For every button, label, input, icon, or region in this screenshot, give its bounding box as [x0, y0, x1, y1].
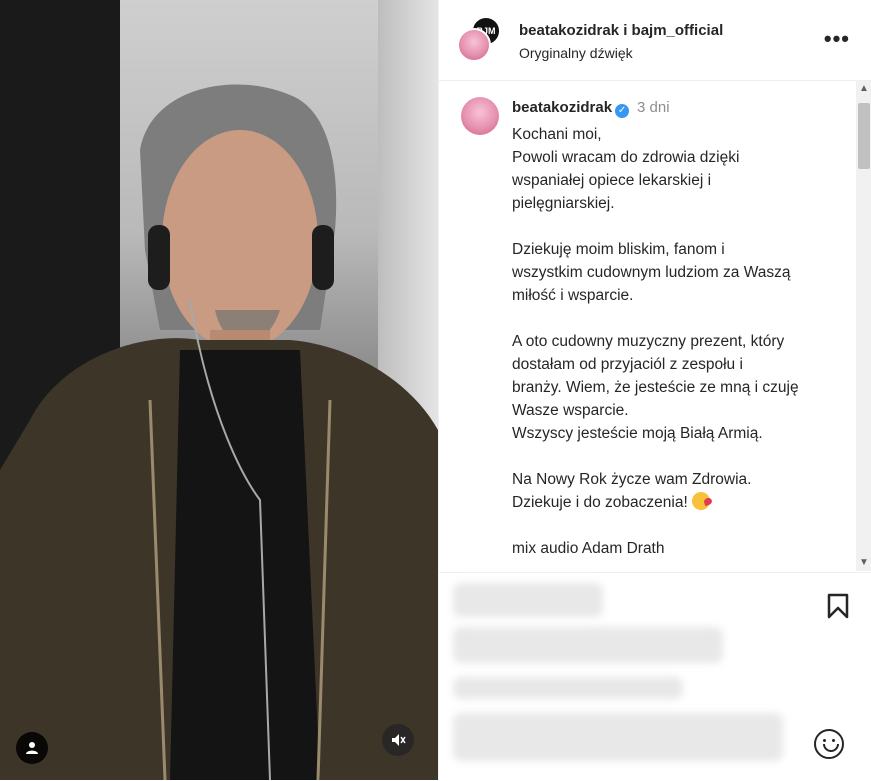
blurred-likes-row: [453, 627, 723, 663]
caption-author-avatar[interactable]: [461, 97, 499, 135]
caption-paragraph: mix audio Adam Drath: [512, 537, 842, 560]
mute-toggle-button[interactable]: [382, 724, 414, 756]
caption-line: dostałam od przyjaciól z zespołu i: [512, 356, 743, 373]
kiss-emoji-icon: [692, 492, 711, 510]
blurred-action-icons: [453, 583, 603, 617]
caption-line: Na Nowy Rok życze wam Zdrowia.: [512, 471, 752, 488]
audio-label[interactable]: Oryginalny dźwięk: [519, 45, 633, 61]
caption-line: Wasze wsparcie.: [512, 402, 629, 419]
caption-line: A oto cudowny muzyczny prezent, który: [512, 333, 785, 350]
caption-line: branży. Wiem, że jesteście ze mną i czuj…: [512, 379, 799, 396]
caption-line: wspaniałej opiece lekarskiej i: [512, 172, 712, 189]
caption-line: Dziekuję moim bliskim, fanom i: [512, 241, 725, 258]
caption-line: wszystkim cudownym ludziom za Waszą: [512, 264, 791, 281]
scrollbar-thumb[interactable]: [858, 103, 870, 169]
post-sidebar: BJM beatakozidrak i bajm_official Orygin…: [438, 0, 871, 780]
collab-avatars[interactable]: BJM: [457, 14, 507, 64]
caption-line: Powoli wracam do zdrowia dzięki: [512, 149, 740, 166]
post-time[interactable]: 3 dni: [637, 99, 670, 116]
verified-badge-icon: ✓: [615, 104, 630, 118]
speaker-muted-icon: [392, 734, 406, 746]
scroll-down-arrow-icon[interactable]: ▼: [856, 555, 871, 571]
caption-area: beatakozidrak ✓ 3 dni Kochani moi, Powoli …: [439, 81, 871, 571]
video-player[interactable]: [0, 0, 438, 780]
blurred-date-row: [453, 677, 683, 699]
scroll-up-arrow-icon[interactable]: ▲: [856, 81, 871, 97]
post-actions-area: [439, 572, 871, 781]
post-authors[interactable]: beatakozidrak i bajm_official: [519, 22, 723, 39]
caption-scrollbar[interactable]: ▲ ▼: [856, 81, 871, 571]
caption-username[interactable]: beatakozidrak: [512, 99, 612, 116]
caption-paragraph: Dziekuję moim bliskim, fanom i wszystkim…: [512, 238, 842, 307]
caption-line: mix audio Adam Drath: [512, 540, 665, 557]
caption-line: miłość i wsparcie.: [512, 287, 634, 304]
caption-line: Kochani moi,: [512, 126, 602, 143]
more-options-button[interactable]: •••: [824, 26, 850, 52]
caption-line: Dziekuje i do zobaczenia!: [512, 494, 693, 511]
video-frame-person: [0, 84, 438, 780]
bookmark-icon[interactable]: [826, 593, 850, 619]
user-silhouette-icon: [26, 742, 38, 754]
caption-paragraph: Na Nowy Rok życze wam Zdrowia. Dziekuje …: [512, 468, 842, 514]
caption-text: Kochani moi, Powoli wracam do zdrowia dz…: [512, 123, 842, 560]
caption-line: pielęgniarskiej.: [512, 195, 615, 212]
caption-header: beatakozidrak ✓ 3 dni: [512, 99, 670, 118]
caption-paragraph: A oto cudowny muzyczny prezent, który do…: [512, 330, 842, 445]
caption-line: Wszyscy jesteście moją Białą Armią.: [512, 425, 763, 442]
blurred-comment-row: [453, 713, 783, 761]
smiley-face-icon[interactable]: [814, 729, 844, 759]
caption-paragraph: Kochani moi, Powoli wracam do zdrowia dz…: [512, 123, 842, 215]
tagged-users-button[interactable]: [16, 732, 48, 764]
post-header: BJM beatakozidrak i bajm_official Orygin…: [439, 0, 871, 81]
beatakozidrak-avatar[interactable]: [457, 28, 491, 62]
